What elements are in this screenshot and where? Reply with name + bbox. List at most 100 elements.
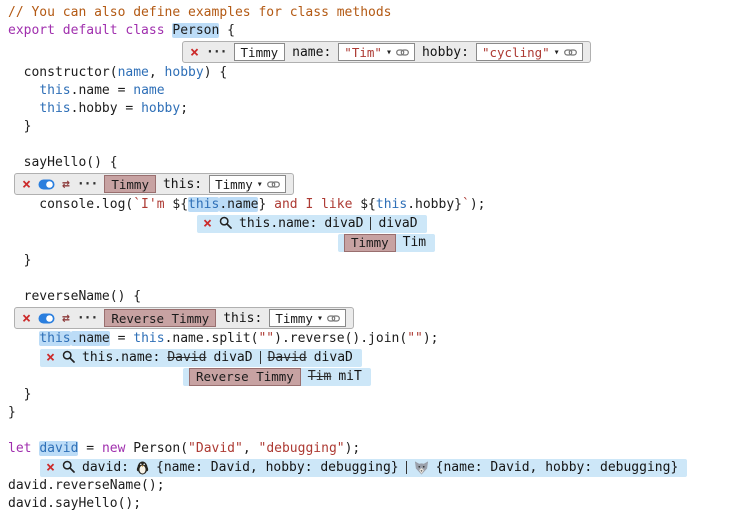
code-line: } xyxy=(8,404,749,422)
code-line: reverseName() { xyxy=(8,288,749,306)
result-label: this.name: xyxy=(239,216,317,231)
code-token: this xyxy=(376,197,407,212)
chevron-down-icon: ▾ xyxy=(317,313,323,324)
example-chip[interactable]: Timmy xyxy=(104,175,156,193)
code-line: } xyxy=(8,118,749,136)
code-line: this.hobby = hobby; xyxy=(8,100,749,118)
value-dropdown[interactable]: Timmy▾ xyxy=(209,175,286,193)
value-separator xyxy=(370,217,371,230)
more-options-button[interactable]: ··· xyxy=(77,312,97,325)
code-token: ); xyxy=(470,197,486,212)
value-separator xyxy=(406,461,407,474)
search-icon xyxy=(219,216,232,232)
code-token: ) { xyxy=(204,65,227,80)
search-icon xyxy=(62,460,75,476)
code-token: .name xyxy=(219,197,258,212)
code-token: ).reverse().join( xyxy=(274,331,407,346)
code-line: // You can also define examples for clas… xyxy=(8,4,749,22)
code-line: this.name = this.name.split("").reverse(… xyxy=(8,330,749,348)
inline-result: ×david:{name: David, hobby: debugging}{n… xyxy=(40,459,687,477)
code-token: name xyxy=(118,65,149,80)
code-token: Person xyxy=(172,23,219,38)
code-line: david.reverseName(); xyxy=(8,477,749,495)
more-options-button[interactable]: ··· xyxy=(77,178,97,191)
code-token: `I'm xyxy=(133,197,172,212)
code-token: , xyxy=(149,65,165,80)
example-chip[interactable]: Reverse Timmy xyxy=(104,309,216,327)
dropdown-value: Timmy xyxy=(215,177,253,192)
value-dropdown[interactable]: "Tim" ▾ xyxy=(338,43,415,61)
example-chip[interactable]: Timmy xyxy=(234,43,286,61)
dropdown-value: Timmy xyxy=(275,311,313,326)
code-token: } xyxy=(454,197,462,212)
code-editor: // You can also define examples for clas… xyxy=(0,0,749,516)
code-token: , xyxy=(243,441,259,456)
field-label: this: xyxy=(223,311,262,326)
penguin-icon xyxy=(136,460,149,475)
value-dropdown[interactable]: "cycling"▾ xyxy=(476,43,583,61)
code-token: ; xyxy=(180,101,188,116)
code-token: } xyxy=(8,405,16,420)
code-token: this xyxy=(133,331,164,346)
close-icon[interactable]: × xyxy=(22,177,31,192)
example-widget-toolbar: × ⇄ ··· Reverse Timmy this: Timmy ▾ xyxy=(14,307,354,329)
more-options-button[interactable]: ··· xyxy=(206,46,226,59)
blank-line xyxy=(8,422,749,440)
code-line: sayHello() { xyxy=(8,154,749,172)
link-icon xyxy=(396,48,409,57)
code-line: } xyxy=(8,386,749,404)
toggle-on-icon[interactable] xyxy=(38,179,55,190)
code-token: name xyxy=(133,83,164,98)
result-value: divaD xyxy=(324,216,363,231)
link-icon xyxy=(267,180,280,189)
code-token: this xyxy=(39,83,70,98)
code-line: this.name = name xyxy=(8,82,749,100)
example-chip[interactable]: Reverse Timmy xyxy=(189,368,301,386)
code-token: = xyxy=(110,331,133,346)
code-token: david xyxy=(39,441,78,456)
code-token: david.sayHello(); xyxy=(8,496,141,511)
close-icon[interactable]: × xyxy=(190,45,199,60)
close-icon[interactable]: × xyxy=(46,460,55,475)
code-token: .hobby xyxy=(407,197,454,212)
value-dropdown[interactable]: Timmy ▾ xyxy=(269,309,346,327)
code-token: let xyxy=(8,441,39,456)
code-line: david.sayHello(); xyxy=(8,495,749,513)
link-icon xyxy=(327,314,340,323)
inline-result: × this.name: divaD divaD xyxy=(197,215,427,233)
close-icon[interactable]: × xyxy=(46,350,55,365)
field-label: this: xyxy=(163,177,202,192)
result-value: {name: David, hobby: debugging} xyxy=(156,460,399,475)
code-token: "" xyxy=(407,331,423,346)
code-token: ${ xyxy=(360,197,376,212)
code-token: } xyxy=(8,119,31,134)
code-token xyxy=(8,331,39,346)
code-token: and I like xyxy=(266,197,360,212)
swap-arrows-icon[interactable]: ⇄ xyxy=(62,312,70,325)
close-icon[interactable]: × xyxy=(203,216,212,231)
inline-result-row: TimmyTim xyxy=(8,233,749,252)
code-token: reverseName() { xyxy=(8,289,141,304)
code-token: sayHello() { xyxy=(8,155,118,170)
field-label: name: xyxy=(292,45,331,60)
result-old-value: David xyxy=(167,350,206,365)
swap-arrows-icon[interactable]: ⇄ xyxy=(62,178,70,191)
example-chip[interactable]: Timmy xyxy=(344,234,396,252)
inspect-button[interactable] xyxy=(62,460,75,476)
inspect-button[interactable] xyxy=(62,350,75,366)
code-token: hobby xyxy=(165,65,204,80)
dropdown-value: "cycling" xyxy=(482,45,550,60)
inspect-button[interactable] xyxy=(219,216,232,232)
close-icon[interactable]: × xyxy=(22,311,31,326)
code-token: // You can also define examples for clas… xyxy=(8,5,392,20)
blank-line xyxy=(8,136,749,154)
result-value: divaD xyxy=(314,350,353,365)
chevron-down-icon: ▾ xyxy=(386,47,392,58)
result-value: divaD xyxy=(378,216,417,231)
inline-result-row: × this.name: divaD divaD xyxy=(8,214,749,233)
result-label: david: xyxy=(82,460,129,475)
code-token: .name xyxy=(71,331,110,346)
code-token: export default class xyxy=(8,23,172,38)
toggle-on-icon[interactable] xyxy=(38,313,55,324)
dropdown-value: "Tim" xyxy=(344,45,382,60)
